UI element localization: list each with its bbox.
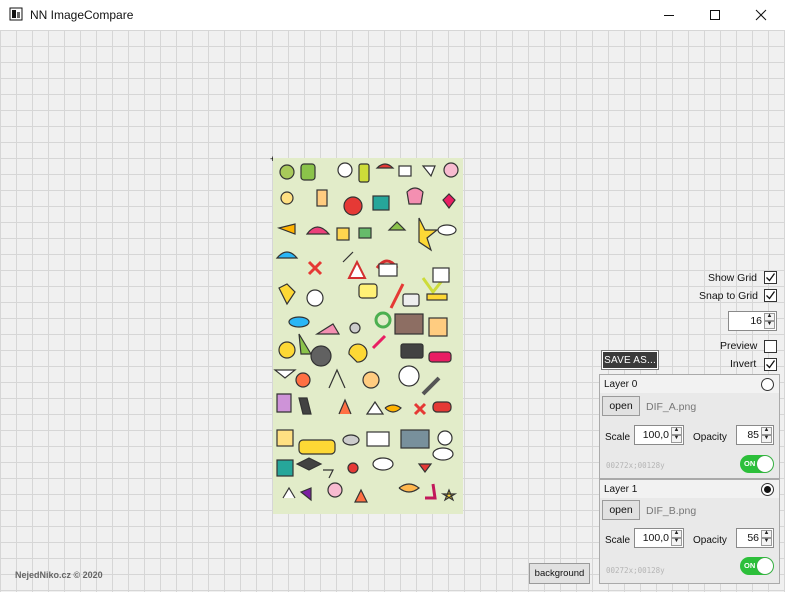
show-grid-label: Show Grid (708, 272, 758, 284)
layer-0-panel: Layer 0 open DIF_A.png Scale 100,0 ▲ ▼ O… (599, 374, 780, 479)
layer-1-opacity-stepper[interactable]: 56 ▲ ▼ (736, 528, 774, 548)
spinner-up-icon[interactable]: ▲ (671, 530, 682, 538)
checkmark-icon (766, 291, 776, 300)
maximize-icon (710, 10, 720, 20)
spinner-down-icon[interactable]: ▼ (761, 538, 772, 546)
layer-0-visibility-toggle[interactable]: ON (740, 455, 774, 473)
background-button[interactable]: background (529, 563, 590, 584)
minimize-icon (664, 15, 674, 16)
show-grid-checkbox[interactable] (764, 271, 777, 284)
preview-checkbox[interactable] (764, 340, 777, 353)
compared-image[interactable] (273, 158, 463, 514)
grid-size-value: 16 (750, 315, 762, 327)
toggle-knob (757, 558, 773, 574)
layer-0-opacity-value: 85 (747, 429, 759, 441)
title-bar: NN ImageCompare (0, 0, 785, 30)
checkmark-icon (766, 273, 776, 282)
layer-0-filename: DIF_A.png (646, 401, 697, 413)
snap-to-grid-label: Snap to Grid (699, 290, 758, 302)
snap-to-grid-checkbox[interactable] (764, 289, 777, 302)
checkmark-icon (766, 360, 776, 369)
layer-1-scale-label: Scale (605, 535, 631, 546)
credit-text: NejedNiko.cz © 2020 (15, 570, 103, 580)
layer-1-dimensions: 00272x;00128y (606, 566, 665, 575)
spinner-down-icon[interactable]: ▼ (764, 321, 775, 329)
layer-1-radio[interactable] (761, 483, 774, 496)
maximize-button[interactable] (692, 0, 738, 30)
layer-1-toggle-label: ON (744, 561, 756, 570)
minimize-button[interactable] (646, 0, 692, 30)
layer-0-radio[interactable] (761, 378, 774, 391)
layer-1-title: Layer 1 (604, 484, 638, 495)
layer-1-filename: DIF_B.png (646, 505, 697, 517)
layer-0-scale-value: 100,0 (642, 429, 669, 441)
spinner-down-icon[interactable]: ▼ (671, 538, 682, 546)
invert-label: Invert (730, 358, 757, 370)
layer-1-panel: Layer 1 open DIF_B.png Scale 100,0 ▲ ▼ O… (599, 479, 780, 584)
spinner-up-icon[interactable]: ▲ (761, 427, 772, 435)
layer-1-scale-stepper[interactable]: 100,0 ▲ ▼ (634, 528, 684, 548)
layer-0-opacity-label: Opacity (693, 432, 727, 443)
layer-0-toggle-label: ON (744, 459, 756, 468)
spinner-up-icon[interactable]: ▲ (764, 313, 775, 321)
layer-1-opacity-value: 56 (747, 532, 759, 544)
close-button[interactable] (738, 0, 784, 30)
invert-checkbox[interactable] (764, 358, 777, 371)
save-as-button[interactable]: SAVE AS... (601, 350, 659, 370)
spinner-down-icon[interactable]: ▼ (761, 435, 772, 443)
layer-0-open-button[interactable]: open (602, 396, 640, 416)
doodle-artwork (273, 162, 459, 503)
layer-0-dimensions: 00272x;00128y (606, 461, 665, 470)
layer-1-scale-value: 100,0 (642, 532, 669, 544)
spinner-down-icon[interactable]: ▼ (671, 435, 682, 443)
preview-label: Preview (720, 340, 758, 352)
close-icon (755, 9, 767, 21)
app-icon (9, 7, 23, 21)
layer-1-visibility-toggle[interactable]: ON (740, 557, 774, 575)
layer-0-title: Layer 0 (604, 379, 638, 390)
spinner-up-icon[interactable]: ▲ (761, 530, 772, 538)
toggle-knob (757, 456, 773, 472)
layer-1-opacity-label: Opacity (693, 535, 727, 546)
grid-size-stepper[interactable]: 16 ▲ ▼ (728, 311, 777, 331)
layer-0-scale-label: Scale (605, 432, 631, 443)
layer-1-open-button[interactable]: open (602, 500, 640, 520)
layer-0-scale-stepper[interactable]: 100,0 ▲ ▼ (634, 425, 684, 445)
layer-0-opacity-stepper[interactable]: 85 ▲ ▼ (736, 425, 774, 445)
window-title: NN ImageCompare (30, 8, 134, 22)
spinner-up-icon[interactable]: ▲ (671, 427, 682, 435)
